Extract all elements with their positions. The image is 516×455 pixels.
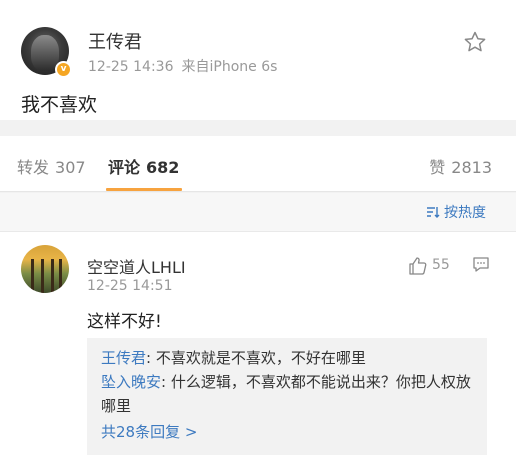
reply-item: 王传君: 不喜欢就是不喜欢，不好在哪里 bbox=[101, 346, 475, 370]
tab-likes[interactable]: 赞 2813 bbox=[429, 154, 492, 178]
sort-icon bbox=[427, 207, 440, 218]
post-meta: 12-25 14:36 来自iPhone 6s bbox=[88, 56, 277, 76]
star-icon[interactable] bbox=[463, 30, 487, 54]
reply-user[interactable]: 坠入晚安 bbox=[101, 373, 161, 391]
commenter-name[interactable]: 空空道人LHLI bbox=[87, 254, 186, 278]
like-count: 55 bbox=[432, 257, 450, 273]
commenter-avatar[interactable] bbox=[21, 245, 69, 293]
comment-item: 空空道人LHLI 12-25 14:51 55 这样不好! 王传君: 不喜欢就是… bbox=[0, 231, 516, 455]
reply-text: : 不喜欢就是不喜欢，不好在哪里 bbox=[146, 349, 366, 367]
verified-badge-icon: v bbox=[55, 61, 72, 78]
sort-bar: 按热度 bbox=[0, 193, 516, 231]
reply-preview-box[interactable]: 王传君: 不喜欢就是不喜欢，不好在哪里 坠入晚安: 什么逻辑，不喜欢都不能说出来… bbox=[87, 338, 487, 455]
sort-button[interactable]: 按热度 bbox=[426, 202, 486, 222]
post-source: 来自iPhone 6s bbox=[181, 59, 278, 75]
tab-bar: 转发 307 评论 682 赞 2813 bbox=[0, 136, 516, 192]
post-author[interactable]: 王传君 bbox=[88, 28, 142, 54]
post-card: v 王传君 12-25 14:36 来自iPhone 6s 我不喜欢 bbox=[0, 0, 516, 120]
reply-user[interactable]: 王传君 bbox=[101, 349, 146, 367]
comment-time: 12-25 14:51 bbox=[87, 278, 173, 294]
tab-repost[interactable]: 转发 307 bbox=[17, 154, 86, 178]
comment-text: 这样不好! bbox=[87, 312, 162, 332]
active-tab-indicator bbox=[106, 188, 182, 191]
post-time: 12-25 14:36 bbox=[88, 59, 174, 75]
reply-icon[interactable] bbox=[472, 256, 490, 274]
post-content: 我不喜欢 bbox=[21, 94, 98, 116]
more-replies-link[interactable]: 共28条回复 > bbox=[101, 420, 475, 444]
thumbs-up-icon[interactable] bbox=[408, 256, 428, 276]
tab-comments[interactable]: 评论 682 bbox=[108, 154, 179, 178]
reply-item: 坠入晚安: 什么逻辑，不喜欢都不能说出来？你把人权放哪里 bbox=[101, 370, 475, 418]
